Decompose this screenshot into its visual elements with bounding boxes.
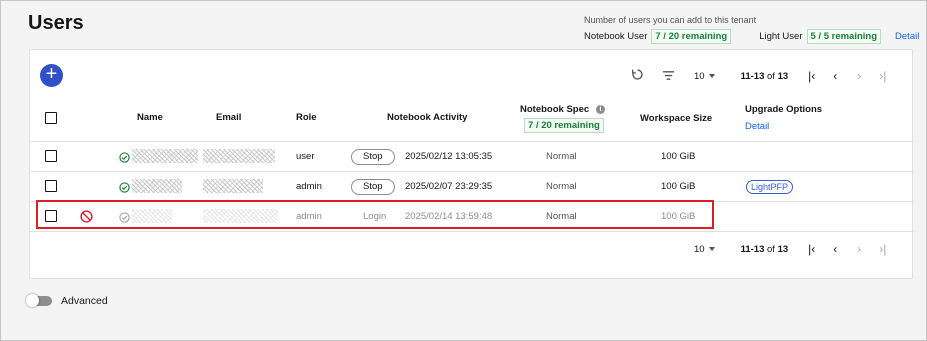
user-email-redacted bbox=[203, 149, 275, 163]
header-upgrade-options: Upgrade Options bbox=[745, 104, 823, 115]
user-role: user bbox=[296, 151, 315, 162]
advanced-label: Advanced bbox=[61, 295, 108, 307]
stop-notebook-button[interactable]: Stop bbox=[351, 149, 395, 165]
header-name[interactable]: Name bbox=[137, 112, 163, 123]
row-checkbox[interactable] bbox=[45, 180, 57, 192]
select-all-checkbox[interactable] bbox=[45, 112, 57, 124]
previous-page-icon[interactable]: ‹ bbox=[833, 69, 837, 83]
next-page-icon[interactable]: › bbox=[857, 69, 861, 83]
user-name-redacted bbox=[132, 179, 182, 193]
info-icon[interactable]: i bbox=[596, 105, 605, 114]
notebook-activity-time: 2025/02/12 13:05:35 bbox=[405, 151, 493, 162]
header-role[interactable]: Role bbox=[296, 112, 317, 123]
next-page-icon[interactable]: › bbox=[857, 242, 861, 256]
stop-notebook-button[interactable]: Stop bbox=[351, 179, 395, 195]
notebook-activity-time: 2025/02/07 23:29:35 bbox=[405, 181, 493, 192]
quota-summary: Notebook User 7 / 20 remaining Light Use… bbox=[584, 29, 919, 44]
users-table-card: + 10 11-13 of 13 |‹ ‹ › ›| Name Email Ro… bbox=[29, 49, 914, 279]
header-workspace-size[interactable]: Workspace Size bbox=[640, 113, 712, 124]
quota-caption: Number of users you can add to this tena… bbox=[584, 15, 757, 25]
upgrade-detail-link[interactable]: Detail bbox=[745, 121, 769, 132]
header-notebook-activity[interactable]: Notebook Activity bbox=[387, 112, 467, 123]
add-user-button[interactable]: + bbox=[40, 64, 63, 87]
light-user-label: Light User bbox=[759, 31, 803, 42]
first-page-icon[interactable]: |‹ bbox=[808, 69, 815, 83]
notebook-spec-quota-badge: 7 / 20 remaining bbox=[524, 118, 604, 133]
page-title: Users bbox=[28, 12, 84, 34]
workspace-size: 100 GiB bbox=[661, 151, 696, 162]
workspace-size: 100 GiB bbox=[661, 181, 696, 192]
notebook-user-quota-badge: 7 / 20 remaining bbox=[651, 29, 732, 44]
header-notebook-spec[interactable]: Notebook Spec bbox=[520, 104, 589, 115]
plus-icon: + bbox=[45, 63, 58, 85]
quota-detail-link[interactable]: Detail bbox=[895, 31, 919, 42]
notebook-spec: Normal bbox=[546, 151, 577, 162]
previous-page-icon[interactable]: ‹ bbox=[833, 242, 837, 256]
pagination-range: 11-13 of 13 bbox=[740, 243, 789, 255]
highlight-box bbox=[36, 200, 714, 229]
header-email[interactable]: Email bbox=[216, 112, 241, 123]
pagination-bottom: 10 11-13 of 13 |‹ ‹ › ›| bbox=[694, 242, 886, 256]
table-row: user Stop 2025/02/12 13:05:35 Normal 100… bbox=[30, 142, 914, 172]
upgrade-option-tag[interactable]: LightPFP bbox=[746, 180, 794, 194]
row-checkbox[interactable] bbox=[45, 150, 57, 162]
last-page-icon[interactable]: ›| bbox=[879, 242, 886, 256]
notebook-spec: Normal bbox=[546, 181, 577, 192]
page-size-select[interactable]: 10 bbox=[694, 71, 715, 82]
refresh-icon[interactable] bbox=[631, 68, 644, 84]
filter-icon[interactable] bbox=[662, 69, 675, 84]
light-user-quota-badge: 5 / 5 remaining bbox=[806, 29, 882, 44]
user-email-redacted bbox=[203, 179, 263, 193]
table-header: Name Email Role Notebook Activity Notebo… bbox=[30, 96, 914, 142]
last-page-icon[interactable]: ›| bbox=[879, 69, 886, 83]
check-circle-icon bbox=[119, 152, 130, 163]
notebook-user-label: Notebook User bbox=[584, 31, 648, 42]
table-row: admin Stop 2025/02/07 23:29:35 Normal 10… bbox=[30, 172, 914, 202]
pagination-range: 11-13 of 13 bbox=[740, 70, 789, 82]
pagination-top: 10 11-13 of 13 |‹ ‹ › ›| bbox=[694, 69, 886, 83]
user-role: admin bbox=[296, 181, 322, 192]
advanced-toggle[interactable] bbox=[26, 294, 52, 307]
user-name-redacted bbox=[132, 149, 198, 163]
page-size-select[interactable]: 10 bbox=[694, 244, 715, 255]
first-page-icon[interactable]: |‹ bbox=[808, 242, 815, 256]
check-circle-icon bbox=[119, 182, 130, 193]
